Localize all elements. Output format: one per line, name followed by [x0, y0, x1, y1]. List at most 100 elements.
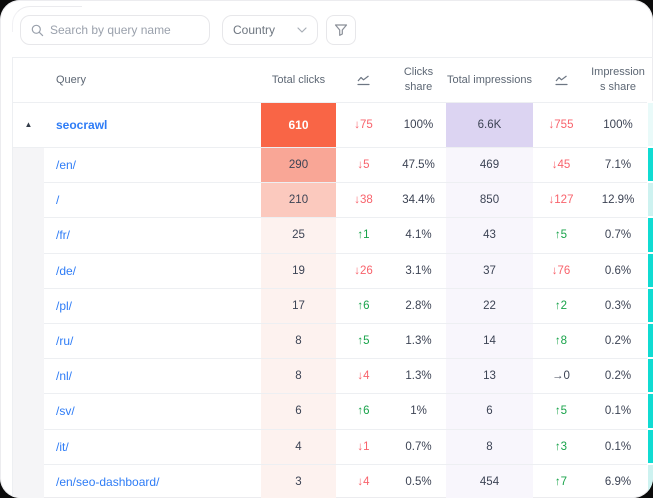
header-query[interactable]: Query: [44, 58, 261, 103]
table-body: ▲ seocrawl 610 ↓75 100% 6.6K ↓755 100%: [13, 103, 653, 498]
table-row: /en/seo-dashboard/ 3 ↓4 0.5% 454 ↑7 6.9%: [13, 465, 653, 498]
clicks-share-value: 2.8%: [405, 300, 431, 312]
clicks-value: 19: [292, 265, 305, 277]
impressions-share-value: 12.9%: [602, 194, 635, 206]
row-edge-cell: [647, 394, 653, 429]
row-expander-cell[interactable]: [13, 183, 44, 218]
search-box[interactable]: [20, 15, 210, 45]
clicks-share-value: 1.3%: [405, 370, 431, 382]
table-row: /fr/ 25 ↑1 4.1% 43 ↑5 0.7%: [13, 218, 653, 253]
row-edge-bar: [648, 465, 653, 498]
impressions-share-value: 100%: [603, 119, 632, 131]
row-expander-cell[interactable]: [13, 218, 44, 253]
impressions-share-cell: 7.1%: [589, 148, 647, 183]
search-input[interactable]: [50, 23, 201, 37]
impressions-cell: 6: [446, 394, 533, 429]
query-cell: /en/seo-dashboard/: [44, 465, 261, 498]
query-cell: seocrawl: [44, 103, 261, 148]
row-edge-bar: [648, 289, 653, 322]
header-impressions-share[interactable]: Impressions share: [589, 58, 647, 103]
clicks-share-value: 0.5%: [405, 476, 431, 488]
impressions-trend-value: →0: [552, 370, 570, 382]
table-row: /sv/ 6 ↑6 1% 6 ↑5 0.1%: [13, 394, 653, 429]
impressions-trend-cell: ↑2: [533, 289, 589, 324]
row-edge-cell: [647, 183, 653, 218]
query-link[interactable]: seocrawl: [56, 118, 107, 132]
impressions-trend-cell: ↑8: [533, 324, 589, 359]
row-edge-bar: [648, 218, 653, 251]
clicks-share-cell: 2.8%: [391, 289, 446, 324]
filter-button[interactable]: [326, 15, 356, 45]
table-row: /ru/ 8 ↑5 1.3% 14 ↑8 0.2%: [13, 324, 653, 359]
clicks-cell: 610: [261, 103, 336, 148]
screenshot-stage: Country Query Total clicks: [0, 0, 653, 498]
row-expander-cell[interactable]: [13, 394, 44, 429]
impressions-share-cell: 0.1%: [589, 394, 647, 429]
country-select[interactable]: Country: [222, 15, 318, 45]
impressions-share-cell: 0.7%: [589, 218, 647, 253]
row-expander-cell[interactable]: [13, 289, 44, 324]
query-link[interactable]: /en/: [56, 158, 76, 172]
clicks-trend-value: ↓38: [354, 194, 373, 206]
query-link[interactable]: /de/: [56, 264, 76, 278]
header-impressions-trend[interactable]: [533, 58, 589, 103]
row-edge-cell: [647, 324, 653, 359]
header-clicks-share[interactable]: Clicks share: [391, 58, 446, 103]
header-total-clicks[interactable]: Total clicks: [261, 58, 336, 103]
clicks-share-value: 3.1%: [405, 265, 431, 277]
chevron-down-icon: [297, 27, 307, 33]
table-row: /en/ 290 ↓5 47.5% 469 ↓45 7.1%: [13, 148, 653, 183]
clicks-cell: 19: [261, 254, 336, 289]
impressions-share-cell: 0.2%: [589, 324, 647, 359]
impressions-share-value: 7.1%: [605, 159, 631, 171]
queries-table: Query Total clicks Clicks share Total im…: [12, 57, 653, 498]
queries-panel: Country Query Total clicks: [0, 0, 653, 498]
clicks-value: 290: [289, 159, 308, 171]
row-expander-cell[interactable]: [13, 359, 44, 394]
table-row: /pl/ 17 ↑6 2.8% 22 ↑2 0.3%: [13, 289, 653, 324]
row-expander-cell[interactable]: [13, 430, 44, 465]
row-edge-bar: [648, 359, 653, 392]
clicks-share-value: 47.5%: [402, 159, 435, 171]
header-total-impressions[interactable]: Total impressions: [446, 58, 533, 103]
collapse-triangle-icon[interactable]: ▲: [25, 121, 33, 129]
clicks-value: 610: [288, 118, 308, 132]
impressions-value: 14: [483, 335, 496, 347]
line-chart-icon: [357, 75, 370, 86]
query-link[interactable]: /fr/: [56, 228, 70, 242]
clicks-value: 17: [292, 300, 305, 312]
clicks-share-cell: 1%: [391, 394, 446, 429]
clicks-cell: 3: [261, 465, 336, 498]
clicks-trend-value: ↑6: [357, 300, 369, 312]
query-link[interactable]: /nl/: [56, 369, 72, 383]
table-row: /nl/ 8 ↓4 1.3% 13 →0 0.2%: [13, 359, 653, 394]
query-link[interactable]: /en/seo-dashboard/: [56, 475, 159, 489]
impressions-share-cell: 12.9%: [589, 183, 647, 218]
clicks-trend-value: ↑5: [357, 335, 369, 347]
impressions-share-value: 6.9%: [605, 476, 631, 488]
query-cell: /sv/: [44, 394, 261, 429]
row-expander-cell[interactable]: [13, 254, 44, 289]
row-edge-cell: [647, 430, 653, 465]
row-expander-cell[interactable]: ▲: [13, 103, 44, 148]
clicks-trend-value: ↓26: [354, 265, 373, 277]
query-link[interactable]: /: [56, 193, 59, 207]
clicks-trend-cell: ↑6: [336, 394, 391, 429]
query-link[interactable]: /it/: [56, 440, 69, 454]
impressions-value: 22: [483, 300, 496, 312]
impressions-trend-cell: ↓76: [533, 254, 589, 289]
impressions-value: 37: [483, 265, 496, 277]
clicks-trend-cell: ↓4: [336, 359, 391, 394]
query-link[interactable]: /sv/: [56, 404, 75, 418]
row-expander-cell[interactable]: [13, 324, 44, 359]
row-expander-cell[interactable]: [13, 148, 44, 183]
row-expander-cell[interactable]: [13, 465, 44, 498]
clicks-cell: 210: [261, 183, 336, 218]
header-clicks-trend[interactable]: [336, 58, 391, 103]
impressions-share-value: 0.2%: [605, 370, 631, 382]
query-link[interactable]: /pl/: [56, 299, 72, 313]
header-edge-spacer: [647, 58, 653, 103]
clicks-share-value: 0.7%: [405, 441, 431, 453]
impressions-value: 850: [480, 194, 499, 206]
query-link[interactable]: /ru/: [56, 334, 73, 348]
